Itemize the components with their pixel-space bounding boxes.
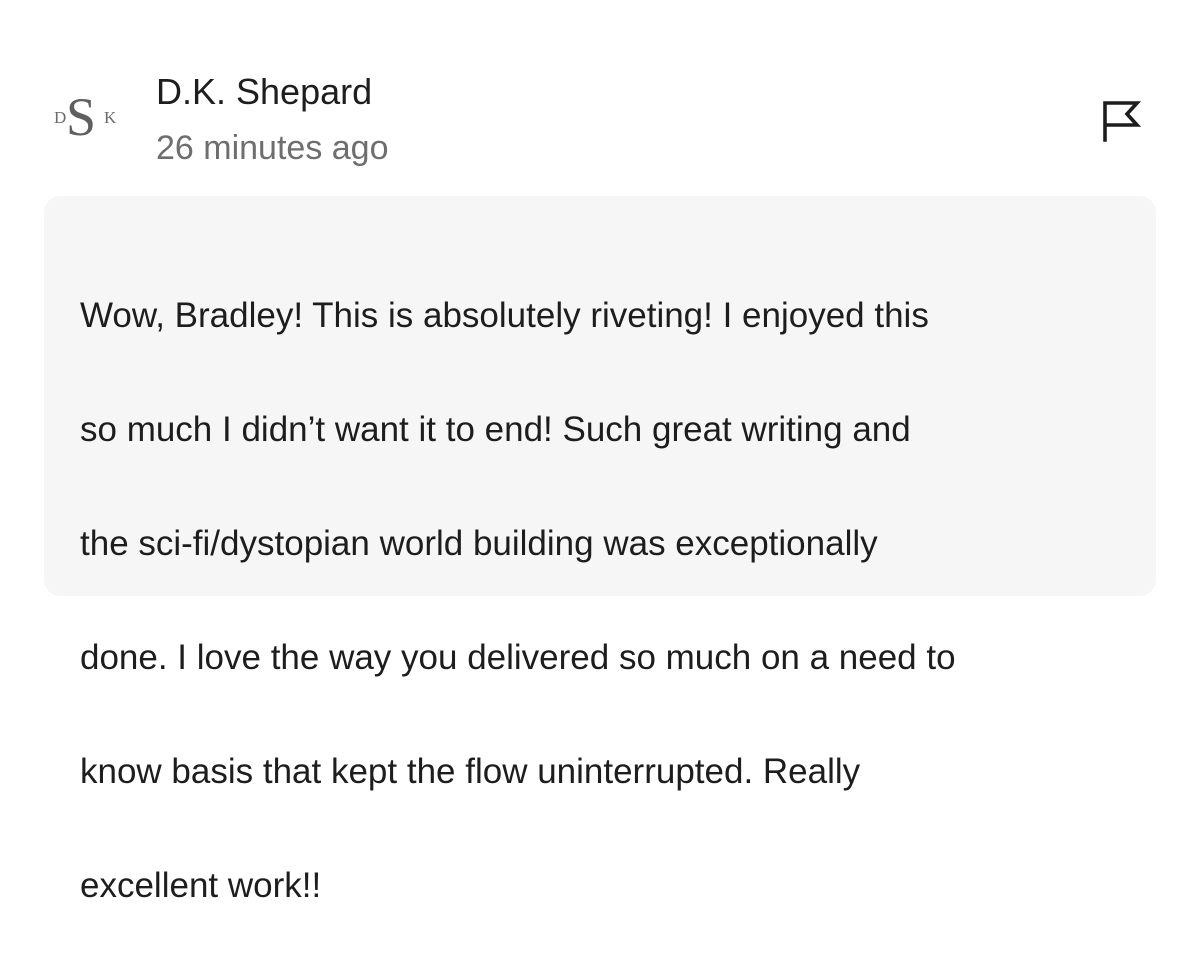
comment-line: the sci-fi/dystopian world building was … (80, 524, 878, 563)
avatar-monogram-k: K (104, 108, 117, 127)
comment-body: Wow, Bradley! This is absolutely rivetin… (44, 196, 1156, 905)
comment-header: D S K D.K. Shepard 26 minutes ago (0, 0, 1200, 190)
comment-line: know basis that kept the flow uninterrup… (80, 752, 861, 791)
author-name[interactable]: D.K. Shepard (156, 70, 372, 114)
comment-text: Wow, Bradley! This is absolutely rivetin… (80, 230, 1120, 971)
flag-icon (1103, 101, 1142, 142)
avatar-monogram-d: D (54, 108, 67, 127)
flag-button[interactable] (1090, 90, 1150, 150)
comment-line: Wow, Bradley! This is absolutely rivetin… (80, 296, 929, 335)
avatar-monogram-s: S (66, 87, 97, 147)
comment-timestamp: 26 minutes ago (156, 129, 389, 167)
avatar[interactable]: D S K (50, 90, 130, 148)
comment-line: excellent work!! (80, 866, 322, 905)
comment-line: done. I love the way you delivered so mu… (80, 638, 956, 677)
comment-line: so much I didn’t want it to end! Such gr… (80, 410, 911, 449)
